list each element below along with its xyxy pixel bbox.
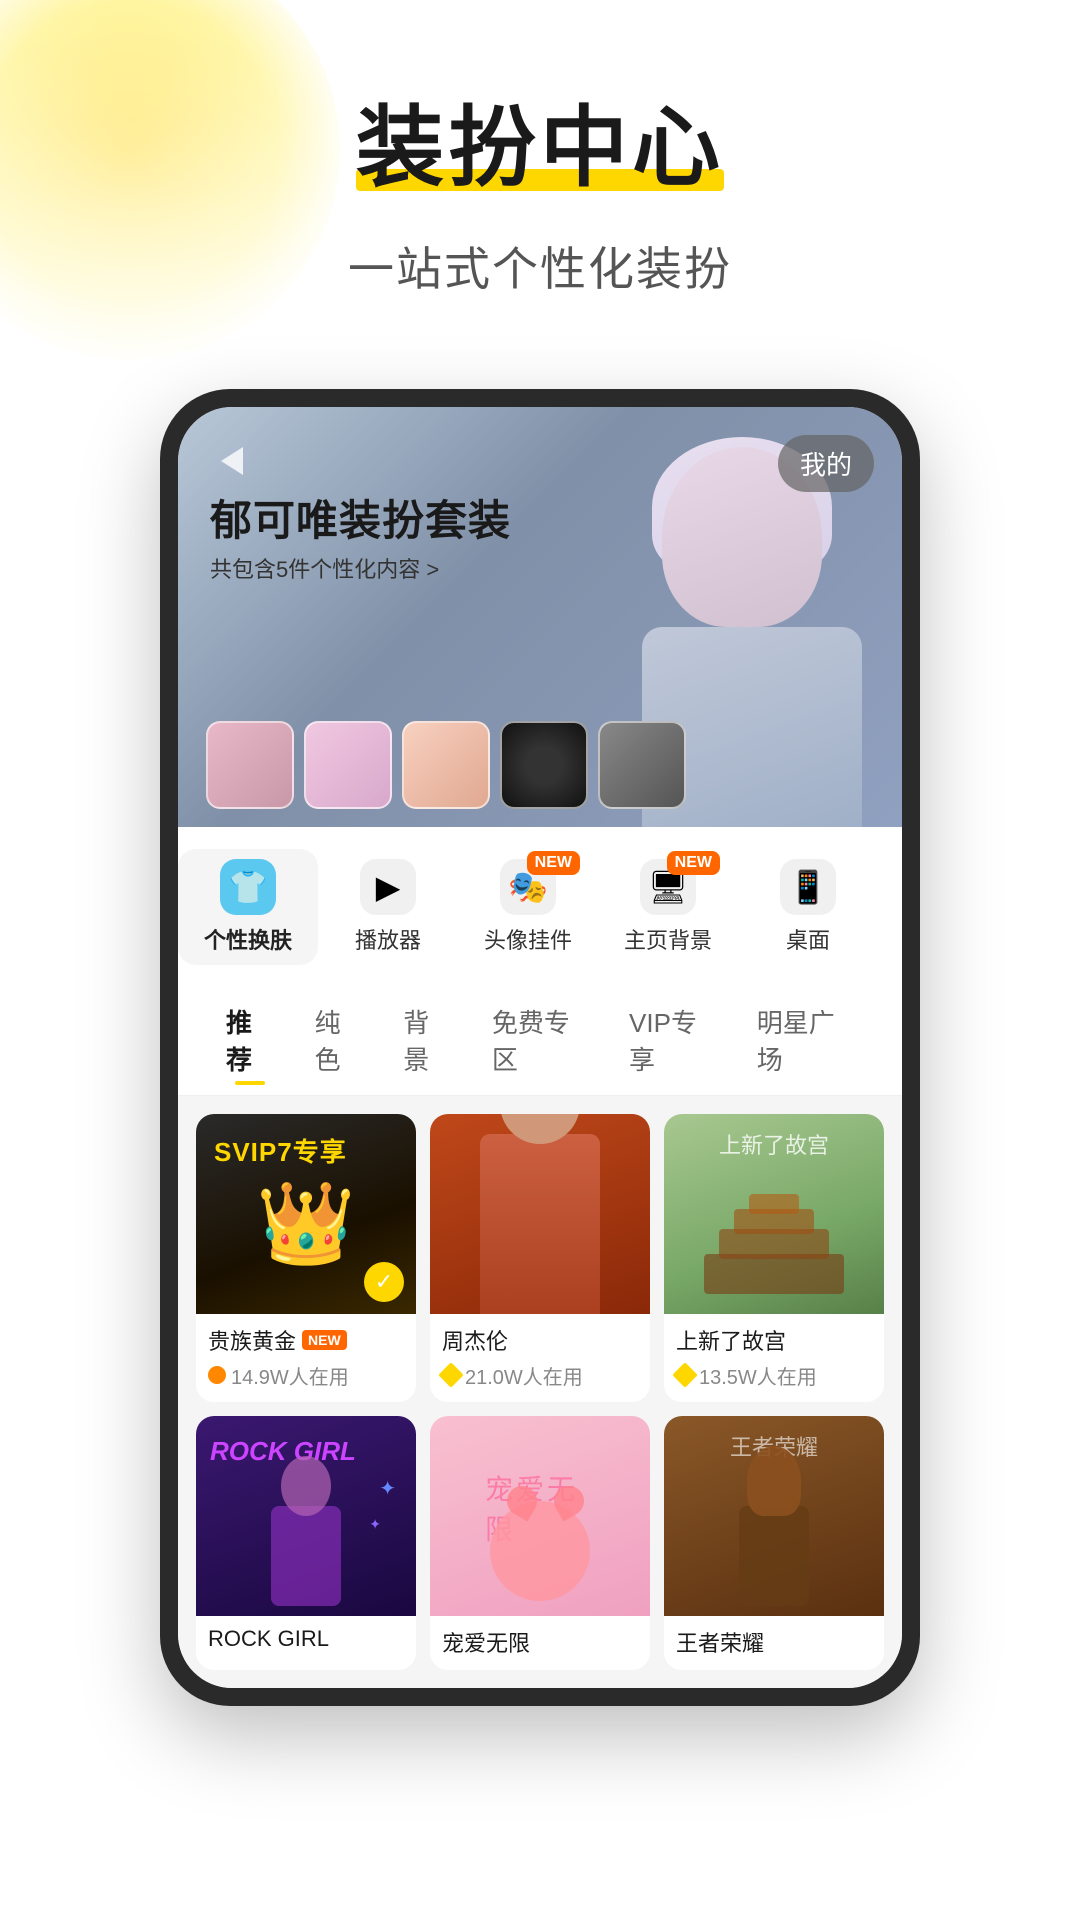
phone-screen: 我的 郁可唯装扮套装 共包含5件个性化内容 > bbox=[178, 407, 902, 1688]
new-tag: NEW bbox=[302, 1330, 347, 1350]
filter-vip[interactable]: VIP专享 bbox=[609, 995, 737, 1085]
desktop-icon: 📱 bbox=[780, 859, 836, 915]
grid-info-king: 王者荣耀 bbox=[664, 1616, 884, 1670]
grid-image-palace: 上新了故宫 bbox=[664, 1114, 884, 1314]
category-tab-avatar[interactable]: NEW 🎭 头像挂件 bbox=[458, 849, 598, 965]
back-button[interactable] bbox=[206, 435, 258, 487]
filter-recommend[interactable]: 推荐 bbox=[206, 995, 295, 1085]
thumbnail-5[interactable] bbox=[598, 721, 686, 809]
diamond-icon-palace bbox=[672, 1363, 697, 1388]
category-tab-player[interactable]: ▶ 播放器 bbox=[318, 849, 458, 965]
player-label: 播放器 bbox=[355, 923, 421, 955]
grid-info-pet: 宠爱无限 bbox=[430, 1616, 650, 1670]
phone-frame: 我的 郁可唯装扮套装 共包含5件个性化内容 > bbox=[160, 389, 920, 1706]
grid-item-rock[interactable]: ROCK GIRL ✦ ✦ ROCK GIRL bbox=[196, 1416, 416, 1670]
crown-icon: 👑 bbox=[256, 1176, 356, 1270]
coin-icon bbox=[208, 1366, 226, 1384]
phone-container: 我的 郁可唯装扮套装 共包含5件个性化内容 > bbox=[0, 389, 1080, 1706]
homebg-label: 主页背景 bbox=[624, 923, 712, 955]
category-tab-homebg[interactable]: NEW 🖥 主页背景 bbox=[598, 849, 738, 965]
grid-image-king: 王者荣耀 bbox=[664, 1416, 884, 1616]
grid-item-king[interactable]: 王者荣耀 王者荣耀 bbox=[664, 1416, 884, 1670]
thumbnail-4[interactable] bbox=[500, 721, 588, 809]
grid-info-palace: 上新了故宫 13.5W人在用 bbox=[664, 1314, 884, 1402]
avatar-new-badge: NEW bbox=[527, 851, 580, 875]
hero-section: 装扮中心 一站式个性化装扮 bbox=[0, 0, 1080, 359]
palace-text: 上新了故宫 bbox=[719, 1128, 829, 1160]
grid-name-palace: 上新了故宫 bbox=[676, 1324, 872, 1356]
player-icon: ▶ bbox=[360, 859, 416, 915]
grid-info-jay: 周杰伦 21.0W人在用 bbox=[430, 1314, 650, 1402]
filter-free[interactable]: 免费专区 bbox=[472, 995, 609, 1085]
grid-item-palace[interactable]: 上新了故宫 上新了故宫 bbox=[664, 1114, 884, 1402]
desktop-label: 桌面 bbox=[786, 923, 830, 955]
filter-bg[interactable]: 背景 bbox=[383, 995, 472, 1085]
thumbnail-2[interactable] bbox=[304, 721, 392, 809]
back-icon bbox=[221, 447, 243, 475]
grid-users-jay: 21.0W人在用 bbox=[442, 1361, 638, 1390]
grid-users-palace: 13.5W人在用 bbox=[676, 1361, 872, 1390]
grid-image-pet: 宠爱无限 bbox=[430, 1416, 650, 1616]
category-tab-skin[interactable]: 👕 个性换肤 bbox=[178, 849, 318, 965]
grid-info-rock: ROCK GIRL bbox=[196, 1616, 416, 1664]
thumbnail-1[interactable] bbox=[206, 721, 294, 809]
grid-image-svip: SVIP7专享 👑 ✓ bbox=[196, 1114, 416, 1314]
diamond-icon-jay bbox=[438, 1363, 463, 1388]
filter-star[interactable]: 明星广场 bbox=[737, 995, 874, 1085]
homebg-new-badge: NEW bbox=[667, 851, 720, 875]
svip-badge-text: SVIP7专享 bbox=[214, 1132, 347, 1169]
content-grid: SVIP7专享 👑 ✓ 贵族黄金 NEW 14.9W人在用 bbox=[178, 1096, 902, 1688]
grid-image-rock: ROCK GIRL ✦ ✦ bbox=[196, 1416, 416, 1616]
grid-item-svip[interactable]: SVIP7专享 👑 ✓ 贵族黄金 NEW 14.9W人在用 bbox=[196, 1114, 416, 1402]
grid-item-jay[interactable]: 周杰伦 周杰伦 21.0W人在用 bbox=[430, 1114, 650, 1402]
filter-plain[interactable]: 纯色 bbox=[295, 995, 384, 1085]
grid-users-svip: 14.9W人在用 bbox=[208, 1361, 404, 1390]
mine-button[interactable]: 我的 bbox=[778, 435, 874, 492]
grid-name-rock: ROCK GIRL bbox=[208, 1626, 404, 1652]
grid-name-pet: 宠爱无限 bbox=[442, 1626, 638, 1658]
thumbnail-strip bbox=[206, 721, 686, 809]
hero-subtitle: 一站式个性化装扮 bbox=[0, 233, 1080, 299]
grid-item-pet[interactable]: 宠爱无限 宠爱无限 bbox=[430, 1416, 650, 1670]
check-circle: ✓ bbox=[364, 1262, 404, 1302]
skin-label: 个性换肤 bbox=[204, 923, 292, 955]
avatar-label: 头像挂件 bbox=[484, 923, 572, 955]
grid-name-svip: 贵族黄金 NEW bbox=[208, 1324, 404, 1356]
filter-tabs: 推荐 纯色 背景 免费专区 VIP专享 明星广场 bbox=[178, 975, 902, 1096]
grid-name-jay: 周杰伦 bbox=[442, 1324, 638, 1356]
thumbnail-3[interactable] bbox=[402, 721, 490, 809]
page-title: 装扮中心 bbox=[356, 100, 724, 197]
banner-subtitle: 共包含5件个性化内容 > bbox=[210, 552, 439, 584]
grid-image-jay: 周杰伦 bbox=[430, 1114, 650, 1314]
banner-title: 郁可唯装扮套装 bbox=[210, 487, 511, 548]
category-tabs: 👕 个性换肤 ▶ 播放器 NEW 🎭 头像挂件 NEW 🖥 主页背景 bbox=[178, 827, 902, 975]
skin-icon: 👕 bbox=[220, 859, 276, 915]
category-tab-desktop[interactable]: 📱 桌面 bbox=[738, 849, 878, 965]
grid-name-king: 王者荣耀 bbox=[676, 1626, 872, 1658]
grid-info-svip: 贵族黄金 NEW 14.9W人在用 bbox=[196, 1314, 416, 1402]
banner-area: 我的 郁可唯装扮套装 共包含5件个性化内容 > bbox=[178, 407, 902, 827]
